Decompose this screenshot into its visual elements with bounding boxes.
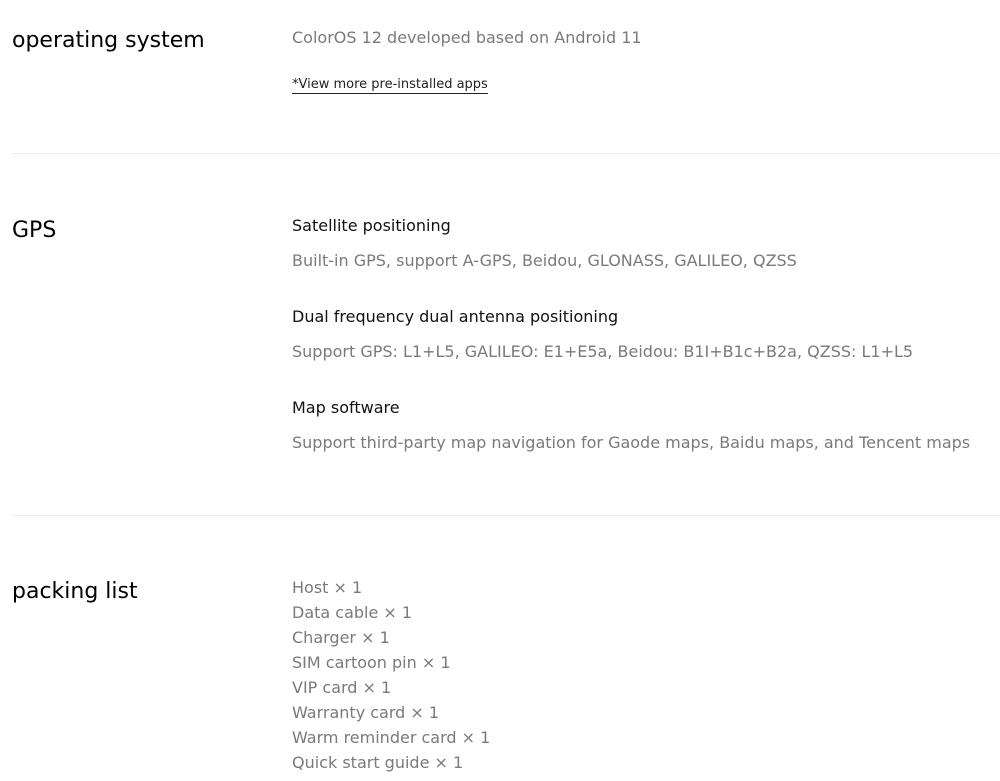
- list-item: SIM cartoon pin × 1: [292, 653, 451, 672]
- gps-item-heading: Map software: [292, 398, 400, 417]
- gps-item-heading: Satellite positioning: [292, 216, 451, 235]
- view-preinstalled-apps-link[interactable]: *View more pre-installed apps: [292, 77, 488, 94]
- gps-item-heading: Dual frequency dual antenna positioning: [292, 307, 619, 326]
- gps-item: Map software Support third-party map nav…: [292, 398, 1000, 489]
- gps-item-value: Built-in GPS, support A-GPS, Beidou, GLO…: [292, 251, 797, 270]
- os-value: ColorOS 12 developed based on Android 11: [292, 28, 642, 47]
- packing-list: Host × 1 Data cable × 1 Charger × 1 SIM …: [292, 575, 1000, 775]
- gps-item: Dual frequency dual antenna positioning …: [292, 307, 1000, 398]
- list-item: Warm reminder card × 1: [292, 728, 491, 747]
- gps-item-value: Support third-party map navigation for G…: [292, 433, 971, 452]
- list-item: VIP card × 1: [292, 678, 392, 697]
- gps-content: Satellite positioning Built-in GPS, supp…: [292, 216, 1000, 489]
- os-content: ColorOS 12 developed based on Android 11…: [292, 28, 1000, 94]
- list-item: Warranty card × 1: [292, 703, 440, 722]
- packing-section-title: packing list: [12, 579, 138, 604]
- os-section-title: operating system: [12, 28, 205, 53]
- gps-section-title: GPS: [12, 218, 57, 243]
- divider: [12, 153, 1000, 154]
- list-item: Data cable × 1: [292, 603, 413, 622]
- divider: [12, 515, 1000, 516]
- list-item: Charger × 1: [292, 628, 390, 647]
- packing-content: Host × 1 Data cable × 1 Charger × 1 SIM …: [292, 575, 1000, 775]
- gps-item-value: Support GPS: L1+L5, GALILEO: E1+E5a, Bei…: [292, 342, 914, 361]
- list-item: Quick start guide × 1: [292, 753, 464, 772]
- gps-item: Satellite positioning Built-in GPS, supp…: [292, 216, 1000, 307]
- list-item: Host × 1: [292, 578, 363, 597]
